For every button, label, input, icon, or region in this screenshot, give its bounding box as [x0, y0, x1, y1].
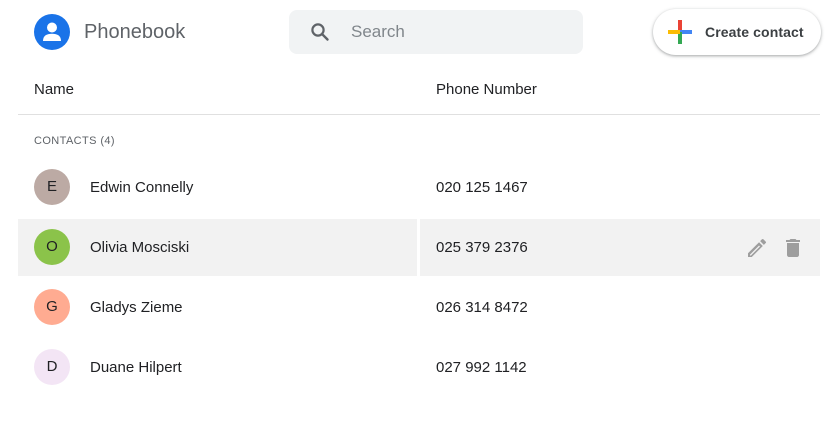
contact-name: Duane Hilpert — [90, 359, 182, 376]
column-header-phone: Phone Number — [436, 81, 537, 98]
search-bar[interactable] — [289, 10, 583, 54]
contact-phone: 026 314 8472 — [436, 299, 528, 316]
brand[interactable]: Phonebook — [34, 14, 185, 50]
person-icon — [34, 14, 70, 50]
phonebook-app: Phonebook Create contact — [0, 0, 830, 447]
column-divider — [417, 219, 420, 276]
search-icon[interactable] — [310, 22, 330, 42]
avatar: D — [34, 349, 70, 385]
app-title: Phonebook — [84, 21, 186, 43]
avatar: O — [34, 229, 70, 265]
pencil-icon[interactable] — [745, 236, 769, 260]
contact-phone: 027 992 1142 — [436, 359, 527, 376]
column-header-name: Name — [34, 81, 75, 98]
contact-row[interactable]: D Duane Hilpert 027 992 1142 — [18, 339, 820, 396]
contact-name: Edwin Connelly — [90, 179, 194, 196]
contact-name: Gladys Zieme — [90, 299, 183, 316]
contact-row[interactable]: E Edwin Connelly 020 125 1467 — [18, 159, 820, 216]
colorful-plus-icon — [667, 19, 693, 45]
create-contact-label: Create contact — [705, 24, 804, 40]
search-input[interactable] — [351, 10, 571, 54]
contact-row[interactable]: G Gladys Zieme 026 314 8472 — [18, 279, 820, 336]
contact-name: Olivia Mosciski — [90, 239, 190, 256]
trash-icon[interactable] — [781, 236, 805, 260]
header: Phonebook Create contact — [0, 0, 830, 64]
avatar: G — [34, 289, 70, 325]
contact-phone: 020 125 1467 — [436, 179, 528, 196]
contact-phone: 025 379 2376 — [436, 239, 528, 256]
header-divider — [18, 114, 820, 115]
contacts-count-label: CONTACTS (4) — [34, 135, 115, 147]
contact-row[interactable]: O Olivia Mosciski 025 379 2376 — [18, 219, 820, 276]
avatar: E — [34, 169, 70, 205]
create-contact-button[interactable]: Create contact — [653, 9, 821, 55]
